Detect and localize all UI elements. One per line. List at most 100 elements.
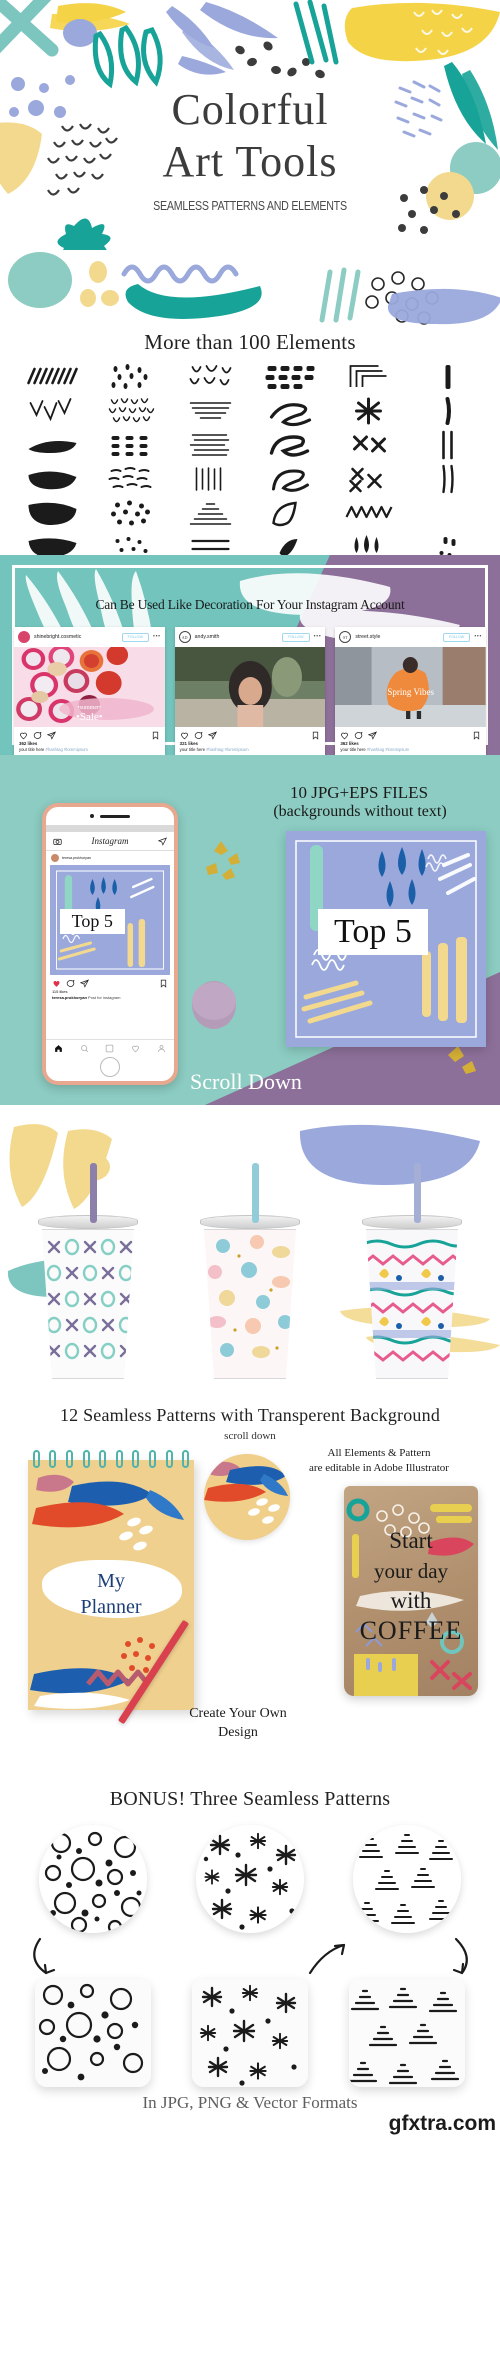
cup-lid xyxy=(362,1215,462,1229)
comment-icon xyxy=(33,731,42,739)
camera-icon[interactable] xyxy=(53,837,62,846)
cup-body xyxy=(42,1229,134,1379)
tumbler-mockup xyxy=(32,1163,144,1379)
top5-card-label: Top 5 xyxy=(318,908,428,955)
bookmark-icon[interactable] xyxy=(159,979,168,988)
caption-tags[interactable]: #hashtag #loremipsum xyxy=(46,747,88,752)
instagram-post-card[interactable]: shinebright.cosmetic FOLLOW ••• •summer•… xyxy=(14,627,165,755)
notebook-spiral xyxy=(28,1450,194,1468)
pattern-colorful-stripes xyxy=(366,1230,458,1378)
direct-message-icon[interactable] xyxy=(157,836,167,846)
share-icon[interactable] xyxy=(80,979,89,988)
share-icon xyxy=(207,731,217,740)
phone-screen: Instagram teresa.prokhoryan Top 5 115 li… xyxy=(46,807,174,1081)
hero-lower-decor xyxy=(0,250,500,330)
search-icon[interactable] xyxy=(80,1044,89,1053)
scroll-down-label: Scroll Down xyxy=(190,1069,302,1094)
pillow-mockup-stars xyxy=(191,1979,308,2087)
phone-action-bar xyxy=(46,975,174,988)
element-zigzag-line xyxy=(330,497,407,529)
illustrator-note-line2: are editable in Adobe Illustrator xyxy=(309,1462,449,1474)
pattern-swatch-circles xyxy=(38,1825,147,1933)
cup-body xyxy=(366,1229,458,1379)
pouch-line1: Start xyxy=(389,1528,433,1553)
more-options-icon[interactable]: ••• xyxy=(314,634,322,640)
phone-likes: 115 likes xyxy=(52,989,68,994)
bonus-title: BONUS! Three Seamless Patterns xyxy=(109,1788,391,1810)
speaker-bar xyxy=(100,814,130,818)
pattern-circles-art xyxy=(38,1825,147,1933)
post-action-bar xyxy=(14,727,165,741)
tumbler-mockup xyxy=(194,1163,306,1379)
activity-icon[interactable] xyxy=(131,1044,140,1053)
post-caption: your title here #hashtag #loremipsum xyxy=(335,746,486,755)
phone-post-username[interactable]: teresa.prokhoryan xyxy=(62,856,91,860)
element-x-cluster xyxy=(330,463,407,495)
element-double-vertical xyxy=(409,429,486,461)
caption-text: your title here xyxy=(19,747,45,752)
site-watermark: gfxtra.com xyxy=(388,2112,496,2135)
spiral-ring xyxy=(49,1450,57,1468)
element-hatch-lines xyxy=(14,361,91,393)
more-options-icon[interactable]: ••• xyxy=(474,634,482,640)
hero-title-line2: Art Tools xyxy=(162,137,338,186)
element-scribble-loop xyxy=(251,395,328,427)
phone-notch xyxy=(46,807,174,825)
element-thick-brush-3 xyxy=(14,497,91,529)
instagram-post-card[interactable]: AD andy.smith FOLLOW ••• 321 likes your … xyxy=(174,627,326,755)
home-button[interactable] xyxy=(100,1057,120,1077)
avatar: ST xyxy=(339,631,352,643)
more-options-icon[interactable]: ••• xyxy=(153,634,161,640)
tumblers-section-subtitle: scroll down xyxy=(224,1430,276,1442)
phone-post-image: Top 5 xyxy=(50,865,170,975)
phone-post-header: teresa.prokhoryan xyxy=(46,851,174,865)
profile-icon[interactable] xyxy=(157,1044,166,1053)
instagram-heading: Can Be Used Like Decoration For Your Ins… xyxy=(95,597,405,612)
pattern-swatch-stars xyxy=(195,1825,304,1933)
caption-username[interactable]: teresa.prokhoryan xyxy=(52,995,87,1000)
pillow-mockup-circles xyxy=(34,1979,151,2087)
post-overlay-line1: Spring Vibes xyxy=(387,687,434,697)
home-icon[interactable] xyxy=(54,1044,63,1053)
app-navbar: Instagram xyxy=(46,832,174,851)
element-corner-frames xyxy=(330,361,407,393)
straw xyxy=(90,1163,97,1223)
post-username[interactable]: street.style xyxy=(355,634,439,640)
element-v-marks-dense xyxy=(93,395,170,427)
comment-icon[interactable] xyxy=(66,979,75,988)
phone-tabbar xyxy=(46,1039,174,1053)
element-brick-dashes xyxy=(251,361,328,393)
heart-icon-filled[interactable] xyxy=(52,979,61,988)
element-thick-brush-1 xyxy=(14,429,91,461)
follow-button[interactable]: FOLLOW xyxy=(282,632,310,642)
post-username[interactable]: andy.smith xyxy=(195,634,279,640)
phone-caption: teresa.prokhoryan Post for instagram xyxy=(46,995,174,1000)
formats-footer: In JPG, PNG & Vector Formats xyxy=(142,2093,358,2112)
caption-tags[interactable]: #hashtag #loremipsum xyxy=(367,747,409,752)
notebook-title: My Planner xyxy=(28,1568,194,1620)
element-asterisk xyxy=(330,395,407,427)
explore-icon[interactable] xyxy=(105,1044,114,1053)
instagram-post-card[interactable]: ST street.style FOLLOW ••• Spring Vibes … xyxy=(335,627,487,755)
pillow-mockup-triangles xyxy=(349,1979,466,2087)
hero-section: Colorful Art Tools SEAMLESS PATTERNS AND… xyxy=(0,0,500,250)
promo-page: Colorful Art Tools SEAMLESS PATTERNS AND… xyxy=(0,0,500,2142)
cup-shape xyxy=(362,1163,462,1379)
post-caption: your title here #hashtag #loremipsum xyxy=(175,746,326,755)
pattern-swatch-triangles xyxy=(353,1825,462,1933)
status-bar xyxy=(46,825,174,832)
follow-button[interactable]: FOLLOW xyxy=(443,632,471,642)
spiral-ring xyxy=(65,1450,73,1468)
phone-mockup-section: 10 JPG+EPS FILES (backgrounds without te… xyxy=(0,755,500,1105)
illustrator-note: All Elements & Pattern are editable in A… xyxy=(264,1446,494,1476)
post-action-bar xyxy=(175,727,326,741)
pattern-dots-pastel xyxy=(204,1230,296,1378)
avatar: AD xyxy=(178,631,191,643)
bookmark-icon xyxy=(152,731,158,740)
notebook-mockup: My Planner xyxy=(28,1460,194,1710)
post-caption: your title here #hashtag #loremipsum xyxy=(14,746,165,755)
caption-tags[interactable]: #hashtag #loremipsum xyxy=(206,747,248,752)
follow-button[interactable]: FOLLOW xyxy=(121,632,149,642)
post-username[interactable]: shinebright.cosmetic xyxy=(34,634,118,640)
hero-subtitle: SEAMLESS PATTERNS AND ELEMENTS xyxy=(153,198,347,213)
